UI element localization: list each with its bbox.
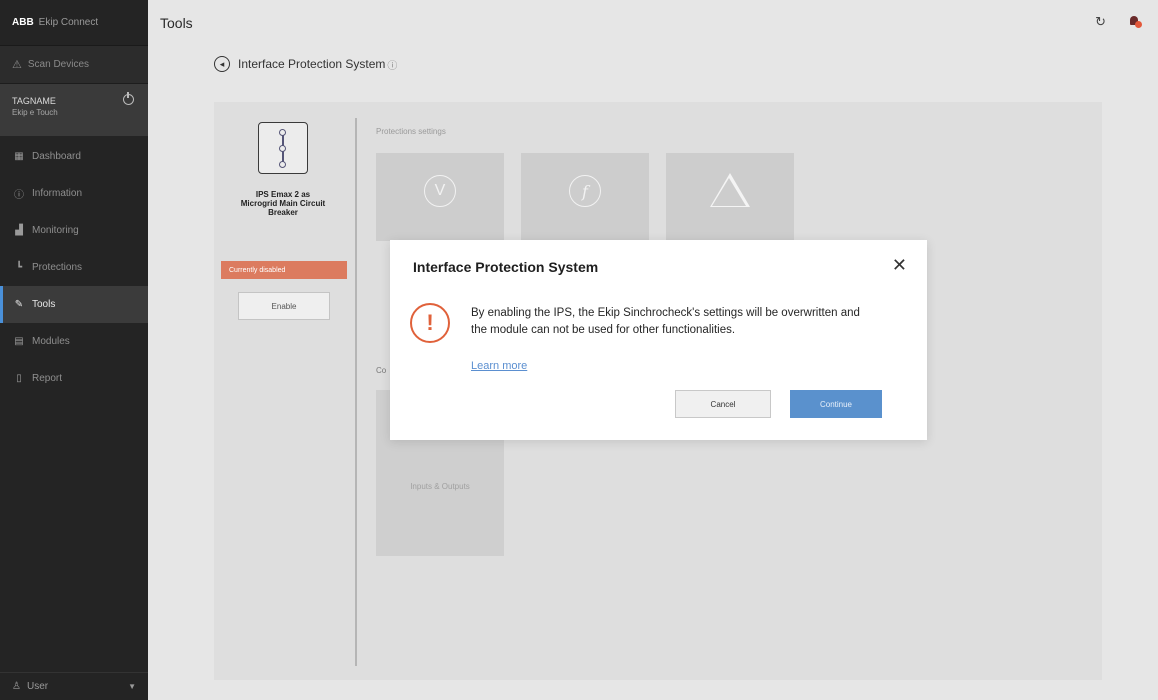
ips-confirm-dialog: Interface Protection System ✕ ! By enabl… — [390, 240, 927, 440]
dialog-message: By enabling the IPS, the Ekip Sinchroche… — [471, 307, 860, 336]
warning-icon: ! — [410, 303, 450, 343]
close-icon[interactable]: ✕ — [892, 256, 907, 274]
learn-more-link[interactable]: Learn more — [471, 360, 527, 372]
dialog-title: Interface Protection System — [413, 259, 599, 275]
continue-button[interactable]: Continue — [790, 390, 882, 418]
cancel-button[interactable]: Cancel — [675, 390, 771, 418]
